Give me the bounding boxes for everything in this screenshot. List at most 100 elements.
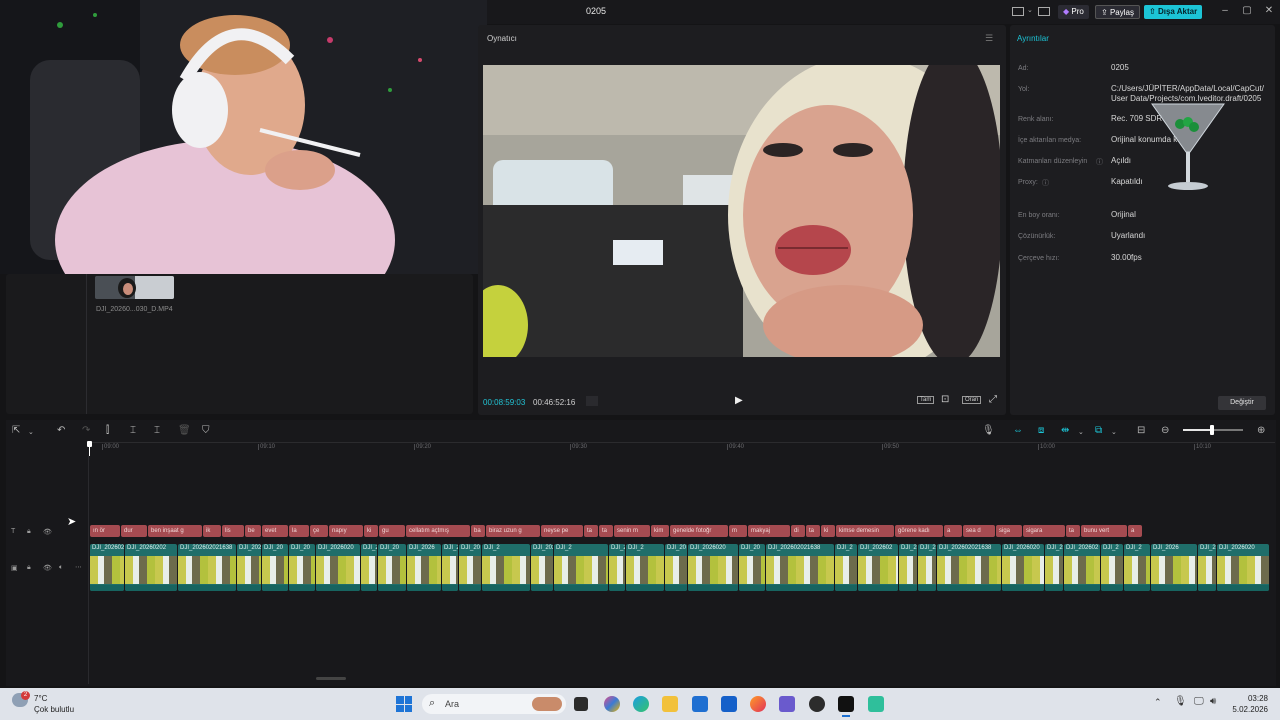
windows-start-icon[interactable] [396, 696, 412, 712]
text-clip[interactable]: ın ör [90, 525, 120, 537]
firefox-icon[interactable] [750, 696, 766, 712]
video-clip[interactable]: DJI_2026020 [1217, 544, 1269, 591]
close-icon[interactable]: ✕ [1262, 5, 1276, 16]
video-clip[interactable]: DJI_20 [378, 544, 406, 591]
text-clip[interactable]: la [289, 525, 309, 537]
text-clip[interactable]: kim [651, 525, 669, 537]
info-icon[interactable]: ⓘ [1096, 157, 1103, 167]
text-clip[interactable]: ta [1066, 525, 1080, 537]
split-icon[interactable]: ⫿ [106, 425, 109, 436]
layout-icon[interactable] [1012, 7, 1024, 16]
minimize-icon[interactable]: – [1218, 5, 1232, 16]
video-clip[interactable]: DJI_20 [665, 544, 687, 591]
text-clip[interactable]: ta [806, 525, 820, 537]
video-clip[interactable]: DJI_2 [835, 544, 857, 591]
play-button[interactable]: ▶ [735, 395, 743, 406]
maximize-icon[interactable]: ▢ [1240, 5, 1254, 16]
video-clip[interactable]: DJI_2026020 [1002, 544, 1044, 591]
chevron-down-icon[interactable]: ⌄ [1111, 428, 1117, 436]
link-clips-icon[interactable]: ⇔ [1013, 425, 1023, 436]
text-clip[interactable]: neyse pe [541, 525, 583, 537]
task-view-icon[interactable] [574, 697, 588, 711]
video-clip[interactable]: DJI_20 [459, 544, 481, 591]
text-clip[interactable]: ta [584, 525, 598, 537]
pro-button[interactable]: ◆ Pro [1058, 5, 1089, 19]
video-clip[interactable]: DJI_2 [918, 544, 936, 591]
video-clip[interactable]: DJI_202602021638 [178, 544, 236, 591]
copilot-icon[interactable] [604, 696, 620, 712]
chevron-down-icon[interactable]: ⌄ [1078, 428, 1084, 436]
microphone-icon[interactable]: 🎙 [982, 425, 995, 436]
text-clip[interactable]: genelde fotoğr [670, 525, 728, 537]
volume-icon[interactable]: 🔊︎ [1210, 696, 1216, 707]
video-clip[interactable]: DJI_20 [739, 544, 765, 591]
video-clip[interactable]: DJI_2 [1124, 544, 1150, 591]
chevron-up-icon[interactable]: ⌃ [1154, 697, 1162, 708]
video-clip[interactable]: DJI_2 [482, 544, 530, 591]
more-icon[interactable]: ⋯ [75, 563, 82, 571]
video-clip[interactable]: DJI_202602021638 [937, 544, 1001, 591]
magnet-icon[interactable]: ⧈ [1038, 425, 1044, 436]
text-clip[interactable]: kimse demesin [836, 525, 894, 537]
eye-icon[interactable]: 👁︎ [43, 528, 52, 536]
capcut-icon[interactable] [838, 696, 854, 712]
file-explorer-icon[interactable] [662, 696, 678, 712]
text-clip[interactable]: biraz uzun g [486, 525, 540, 537]
network-icon[interactable]: 🖵 [1194, 696, 1204, 707]
text-clip[interactable]: di [791, 525, 805, 537]
text-clip[interactable]: ki [821, 525, 835, 537]
lock-icon[interactable]: 🔒︎ [27, 528, 31, 536]
edge-icon[interactable] [633, 696, 649, 712]
video-clip[interactable]: DJI_2 [1101, 544, 1123, 591]
split-left-icon[interactable]: ⌶ [130, 425, 136, 436]
ratio-button[interactable]: Oran [962, 396, 982, 404]
text-clip[interactable]: sigara [1023, 525, 1065, 537]
chevron-down-icon[interactable]: ⌄ [28, 428, 34, 436]
media-thumbnail[interactable] [95, 276, 174, 299]
text-clip[interactable]: senin m [614, 525, 650, 537]
text-clip[interactable]: bunu vert [1081, 525, 1127, 537]
video-clip[interactable]: DJI_20260202163 [90, 544, 124, 591]
video-clip[interactable]: DJI_2 [554, 544, 608, 591]
microphone-icon[interactable]: 🎙︎ [1174, 696, 1187, 707]
weather-temperature[interactable]: 7°C [34, 694, 47, 703]
video-clip[interactable]: DJI_2 [361, 544, 377, 591]
chevron-down-icon[interactable]: ⌄ [1027, 6, 1033, 14]
store-icon[interactable] [692, 696, 708, 712]
video-clip[interactable]: DJI_2026 [407, 544, 441, 591]
text-clip[interactable]: m [729, 525, 747, 537]
zoom-in-icon[interactable]: ⊕ [1257, 425, 1265, 436]
text-clip[interactable]: gu [379, 525, 405, 537]
text-clip[interactable]: a [944, 525, 962, 537]
timeline-ruler[interactable] [89, 442, 1275, 443]
video-clip[interactable]: DJI_2 [1198, 544, 1216, 591]
text-clip[interactable]: görene kadı [895, 525, 943, 537]
video-clip[interactable]: DJI_20260202 [125, 544, 177, 591]
text-clip[interactable]: evet [262, 525, 288, 537]
eye-icon[interactable]: 👁︎ [43, 564, 52, 572]
video-clip[interactable]: DJI_2 [626, 544, 664, 591]
video-clip[interactable]: DJI_202602 [858, 544, 898, 591]
captions-icon[interactable]: ⊟ [1137, 425, 1145, 436]
weather-description[interactable]: Çok bulutlu [34, 705, 74, 714]
horizontal-scrollbar[interactable] [316, 677, 346, 680]
text-clip[interactable]: ki [364, 525, 378, 537]
text-clip[interactable]: cellatım açtmış [406, 525, 470, 537]
text-clip[interactable]: ba [471, 525, 485, 537]
outlook-icon[interactable] [721, 696, 737, 712]
video-clip[interactable]: DJI_20260202 [531, 544, 553, 591]
lock-icon[interactable]: 🔒︎ [27, 564, 31, 572]
video-clip[interactable]: DJI_20 [289, 544, 315, 591]
text-clip[interactable]: be [245, 525, 261, 537]
clock-date[interactable]: 5.02.2026 [1220, 705, 1268, 714]
text-clip[interactable]: sea d [963, 525, 995, 537]
text-clip[interactable]: napıy [329, 525, 363, 537]
video-clip[interactable]: DJI_2026020 [609, 544, 625, 591]
video-clip[interactable]: DJI_202 [237, 544, 261, 591]
shield-icon[interactable]: ⛉ [202, 425, 210, 436]
snap-icon[interactable]: ⇹ [1061, 425, 1069, 436]
text-clip[interactable]: ik [203, 525, 221, 537]
text-clip[interactable]: lis [222, 525, 244, 537]
video-clip[interactable]: DJI_20 [262, 544, 288, 591]
info-icon[interactable]: ⓘ [1042, 178, 1049, 188]
